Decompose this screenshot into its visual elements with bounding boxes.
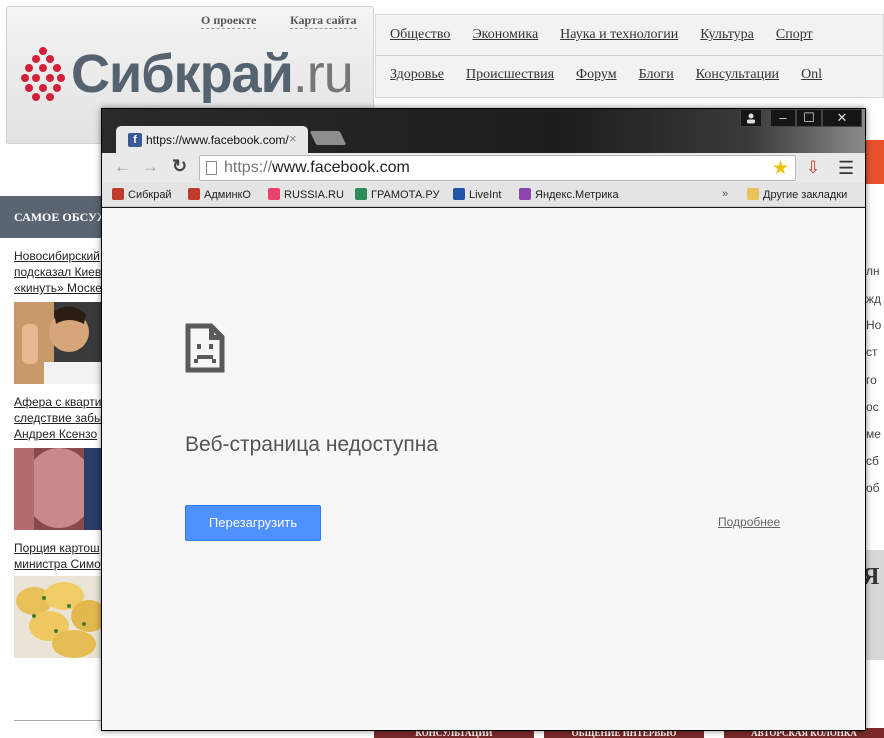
nav-consultations[interactable]: Консультации — [696, 67, 779, 82]
bookmark-label: Сибкрай — [128, 189, 172, 201]
error-title: Веб-страница недоступна — [185, 433, 439, 456]
reload-button[interactable]: Перезагрузить — [185, 505, 321, 541]
nav-culture[interactable]: Культура — [700, 27, 754, 42]
forward-arrow-icon[interactable]: → — [142, 157, 159, 177]
nav-forum[interactable]: Форум — [576, 67, 617, 82]
other-bookmarks[interactable]: Другие закладки — [747, 188, 847, 201]
right-text: го — [866, 373, 877, 387]
news-line: «кинуть» Моске — [14, 281, 102, 295]
news-line: Порция картош — [14, 541, 100, 555]
page-icon — [206, 161, 217, 175]
nav-online[interactable]: Onl — [801, 67, 822, 82]
profile-icon[interactable] — [740, 109, 762, 127]
reload-icon[interactable]: ↻ — [172, 156, 187, 177]
url-text: https://www.facebook.com — [224, 159, 410, 177]
nav-divider — [376, 55, 883, 56]
right-text: ме — [866, 427, 881, 441]
nav-row-2: Здоровье Происшествия Форум Блоги Консультац… — [390, 67, 844, 83]
about-link[interactable]: О проекте — [201, 13, 257, 29]
bookmark-sibkray[interactable]: Сибкрай — [112, 188, 172, 201]
sad-page-icon — [185, 323, 225, 373]
bookmark-russia[interactable]: RUSSIA.RU — [268, 188, 344, 201]
news-line: Афера с кварти — [14, 395, 102, 409]
chrome-browser-window: f https://www.facebook.com/ × – ☐ ✕ ← → … — [101, 108, 866, 731]
news-link-2[interactable]: Афера с кварти следствие забы Андрея Ксе… — [14, 394, 109, 442]
address-bar[interactable]: https://www.facebook.com ★ — [199, 155, 796, 181]
news-line: Новосибирский — [14, 249, 100, 263]
nav-blogs[interactable]: Блоги — [639, 67, 674, 82]
pinecone-icon — [112, 188, 124, 200]
bookmark-yandex-metrika[interactable]: Яндекс.Метрика — [519, 188, 619, 201]
news-line: Андрея Ксензо — [14, 427, 98, 441]
folder-icon — [747, 188, 759, 200]
news-thumbnail-3[interactable] — [14, 576, 104, 658]
nav-sport[interactable]: Спорт — [776, 27, 813, 42]
logo-suffix: .ru — [292, 44, 354, 104]
logo-main: Сибкрай — [71, 44, 294, 104]
news-thumbnail-2[interactable] — [14, 448, 104, 530]
right-banner-orange[interactable] — [866, 140, 884, 184]
sitemap-link[interactable]: Карта сайта — [290, 13, 357, 29]
page-content: Веб-страница недоступна Перезагрузить По… — [102, 208, 865, 730]
back-arrow-icon[interactable]: ← — [114, 157, 131, 177]
menu-icon[interactable]: ☰ — [838, 158, 854, 179]
bookmark-gramota[interactable]: ГРАМОТА.РУ — [355, 188, 439, 201]
right-text: Но — [866, 318, 882, 332]
close-tab-icon[interactable]: × — [289, 131, 297, 146]
close-window-button[interactable]: ✕ — [822, 109, 862, 127]
pinecone-logo-icon — [21, 47, 65, 101]
right-text: сб — [866, 454, 879, 468]
right-banner[interactable]: Я — [862, 550, 884, 660]
most-discussed-header: САМОЕ ОБСУЖ — [0, 196, 110, 238]
news-link-1[interactable]: Новосибирский подсказал Киев «кинуть» Мо… — [14, 248, 109, 296]
news-line: следствие забы — [14, 411, 103, 425]
star-logo-icon — [268, 188, 280, 200]
facebook-favicon-icon: f — [128, 133, 142, 147]
url-host: www.facebook.com — [272, 159, 410, 176]
tab-facebook[interactable]: f https://www.facebook.com/ × — [116, 126, 308, 154]
news-line: министра Симо — [14, 557, 101, 571]
maximize-button[interactable]: ☐ — [796, 109, 822, 127]
news-line: подсказал Киев — [14, 265, 102, 279]
pinecone-icon — [188, 188, 200, 200]
site-nav: Общество Экономика Наука и технологии Культ… — [375, 14, 884, 98]
toolbar: ← → ↻ https://www.facebook.com ★ ⇩ ☰ — [102, 153, 865, 183]
right-text: ст — [866, 345, 878, 359]
nav-society[interactable]: Общество — [390, 27, 450, 42]
nav-science[interactable]: Наука и технологии — [560, 27, 678, 42]
divider — [14, 720, 104, 721]
logo-wordmark: Сибкрай.ru — [71, 43, 354, 105]
bookmark-label: АдминкО — [204, 189, 251, 201]
right-text: об — [866, 481, 880, 495]
bookmarks-overflow-chevron-icon[interactable]: » — [722, 188, 728, 200]
details-link[interactable]: Подробнее — [718, 515, 780, 529]
nav-economy[interactable]: Экономика — [472, 27, 538, 42]
nav-incidents[interactable]: Происшествия — [466, 67, 554, 82]
bookmark-label: RUSSIA.RU — [284, 189, 344, 201]
nav-row-1: Общество Экономика Наука и технологии Культ… — [390, 27, 835, 43]
bookmark-liveint[interactable]: LiveInt — [453, 188, 501, 201]
right-text: лн — [866, 264, 880, 278]
bar-chart-icon — [519, 188, 531, 200]
bookmarks-bar: Сибкрай АдминкО RUSSIA.RU ГРАМОТА.РУ Liv… — [102, 183, 865, 207]
right-text: жд — [866, 292, 882, 306]
right-text: ос — [866, 400, 879, 414]
url-protocol: https:// — [224, 159, 273, 176]
news-thumbnail-1[interactable] — [14, 302, 104, 384]
chart-line-icon — [453, 188, 465, 200]
other-bookmarks-label: Другие закладки — [763, 189, 848, 201]
nav-health[interactable]: Здоровье — [390, 67, 444, 82]
minimize-button[interactable]: – — [770, 109, 796, 127]
bookmark-label: Яндекс.Метрика — [535, 189, 619, 201]
news-link-3[interactable]: Порция картош министра Симо — [14, 540, 109, 572]
bookmark-admin[interactable]: АдминкО — [188, 188, 251, 201]
bookmark-label: ГРАМОТА.РУ — [371, 189, 440, 201]
bookmark-label: LiveInt — [469, 189, 502, 201]
tab-title: https://www.facebook.com/ — [146, 133, 289, 147]
new-tab-button[interactable] — [309, 131, 347, 145]
download-extension-icon[interactable]: ⇩ — [806, 158, 820, 178]
bookmark-star-icon[interactable]: ★ — [772, 157, 789, 180]
book-icon — [355, 188, 367, 200]
title-bar[interactable]: f https://www.facebook.com/ × – ☐ ✕ — [102, 109, 865, 154]
